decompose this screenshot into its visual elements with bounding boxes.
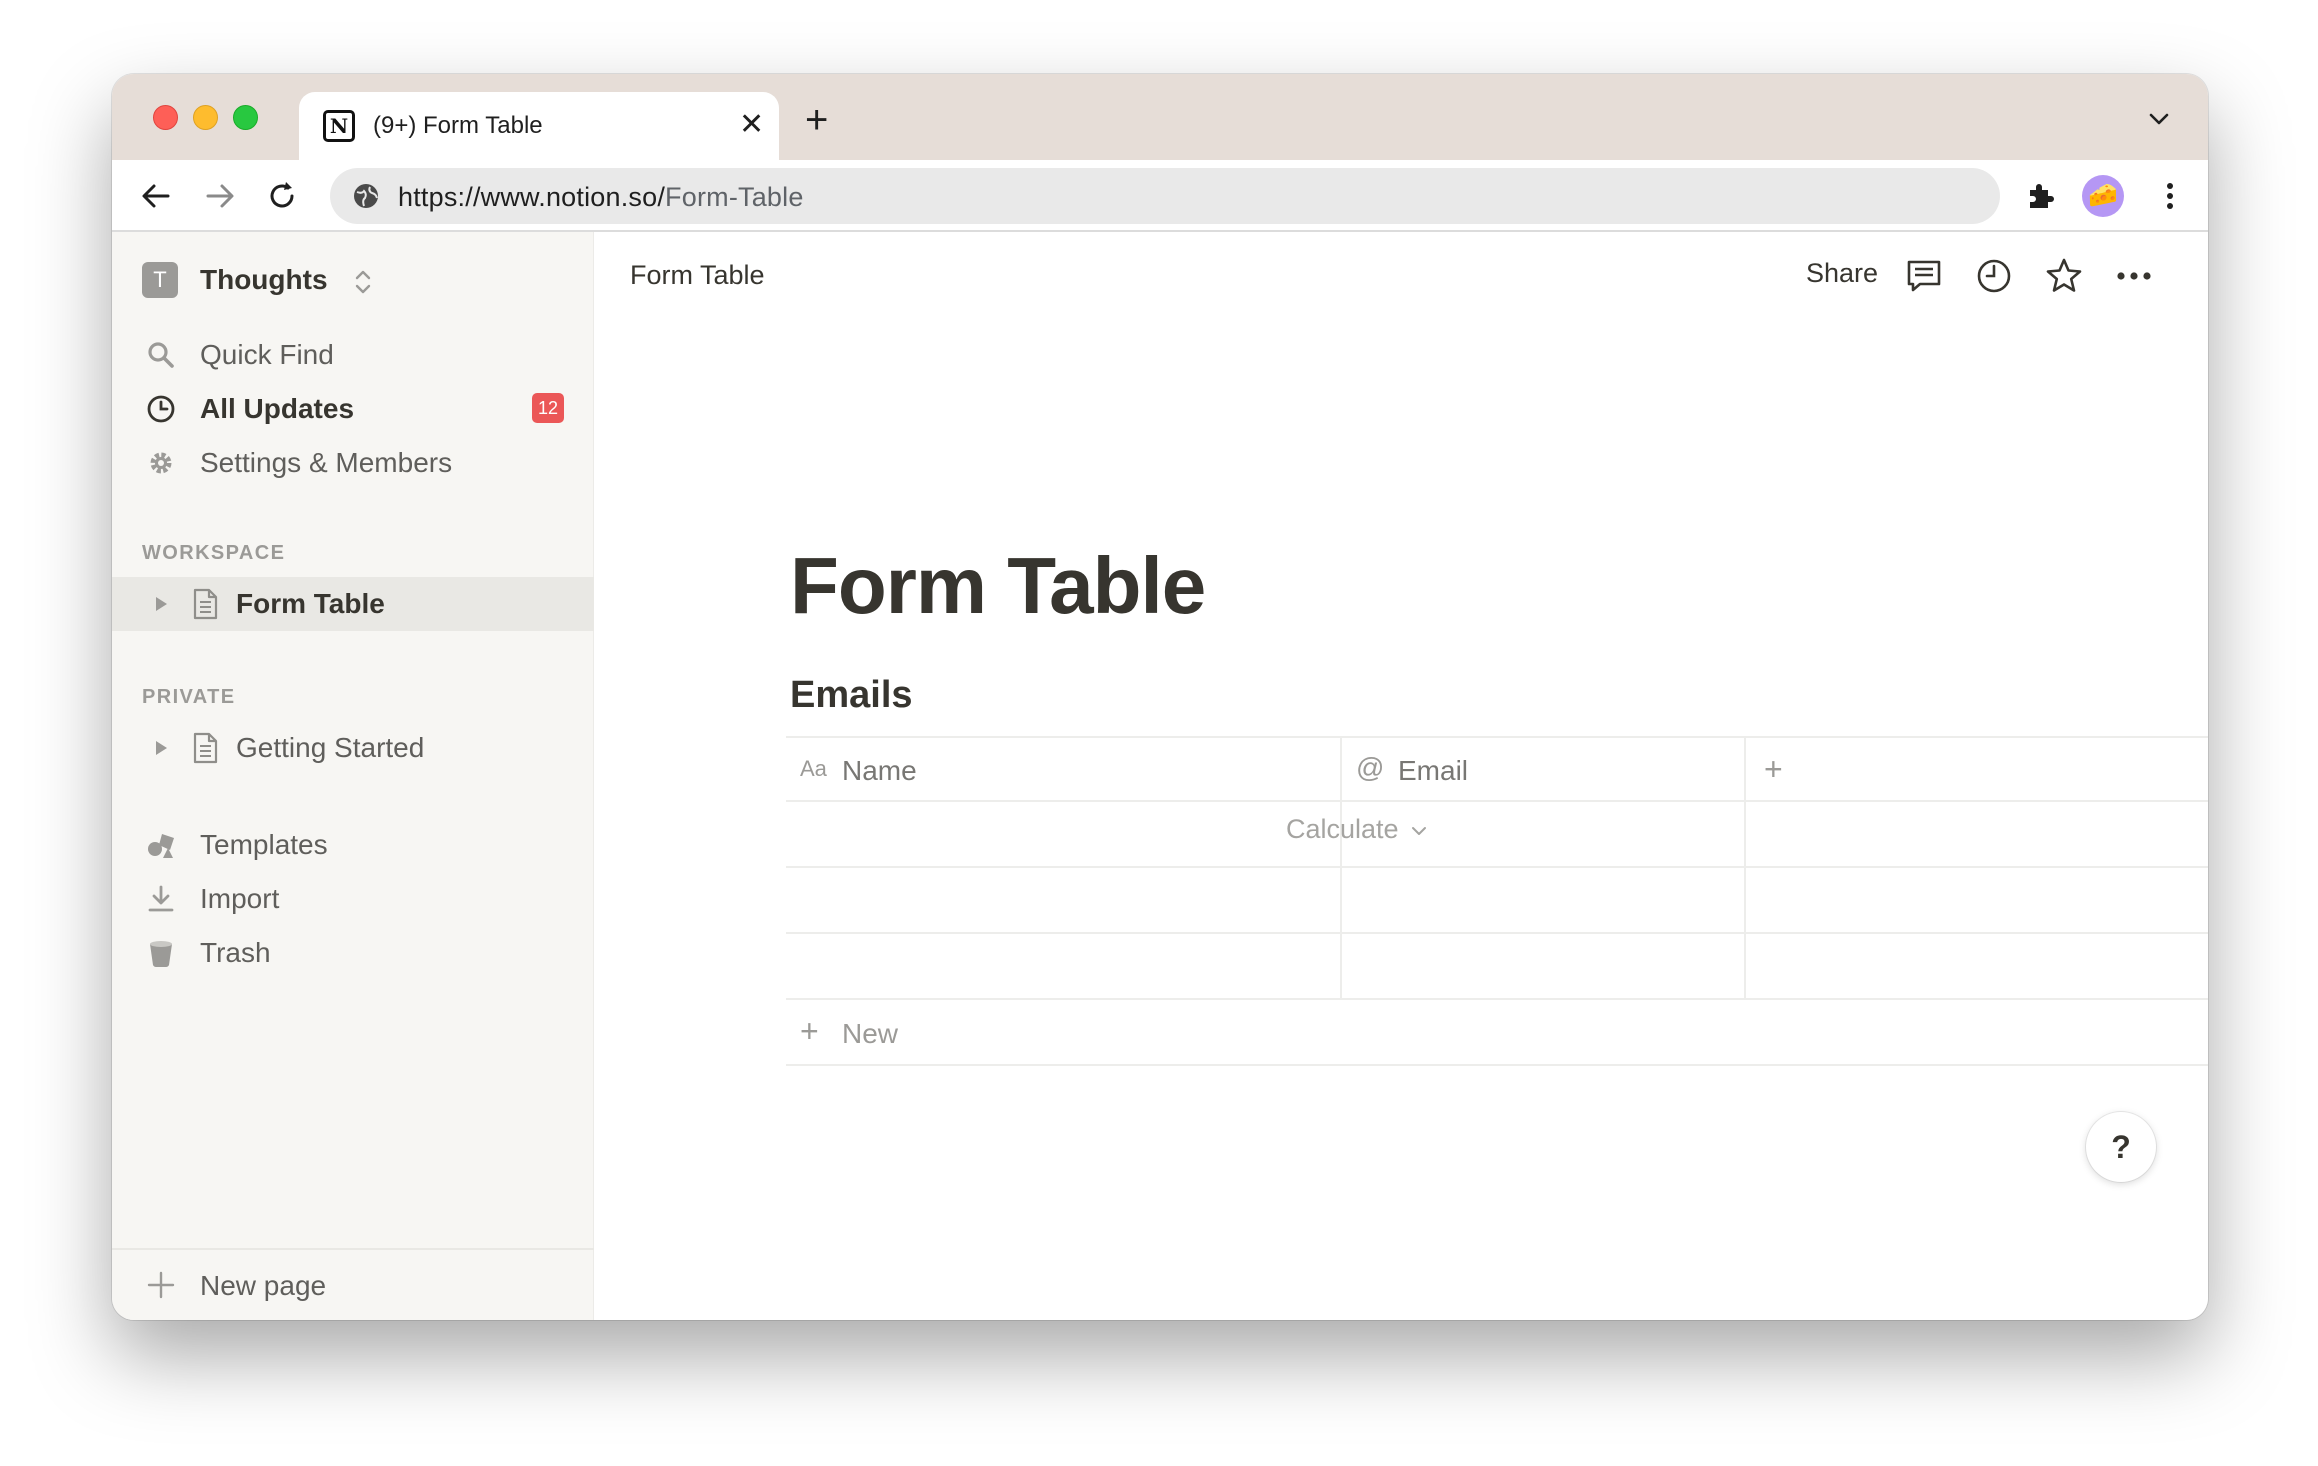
column-label: Name <box>842 755 917 786</box>
forward-arrow-icon[interactable] <box>202 178 238 214</box>
plus-icon: + <box>1764 751 1783 787</box>
address-bar[interactable]: https://www.notion.so/Form-Table <box>330 168 2000 224</box>
section-heading-private: PRIVATE <box>142 686 236 708</box>
templates-shapes-icon <box>148 834 174 858</box>
expand-caret-icon[interactable] <box>152 594 170 614</box>
star-icon[interactable] <box>2044 256 2084 296</box>
browser-window: N (9+) Form Table ✕ + https://www.notion… <box>112 74 2208 1320</box>
tab-close-icon[interactable]: ✕ <box>739 108 764 142</box>
comment-icon[interactable] <box>1904 256 1944 296</box>
section-heading-workspace: WORKSPACE <box>142 542 286 564</box>
back-arrow-icon[interactable] <box>138 178 174 214</box>
sidebar-item-settings[interactable]: Settings & Members <box>112 436 594 488</box>
clock-icon <box>147 395 175 423</box>
database-table: Aa Name @ Email + + New <box>786 736 2208 1066</box>
plus-icon <box>147 1271 175 1299</box>
notion-app: T Thoughts Quick Find All Updates 12 Set… <box>112 232 2208 1320</box>
empty-cell <box>1746 934 2208 998</box>
sidebar-page-getting-started[interactable]: Getting Started <box>112 721 594 775</box>
calculate-dropdown[interactable]: Calculate <box>1286 814 1428 845</box>
sidebar-item-trash[interactable]: Trash <box>112 926 594 978</box>
sidebar-item-quick-find[interactable]: Quick Find <box>112 328 594 380</box>
table-row[interactable] <box>786 868 2208 934</box>
extensions-puzzle-icon[interactable] <box>2022 178 2058 214</box>
site-info-icon[interactable] <box>352 182 380 210</box>
tab-search-chevron-icon[interactable] <box>2148 108 2170 130</box>
column-header-email[interactable]: @ Email <box>1342 738 1746 800</box>
sidebar-item-label: Settings & Members <box>200 447 453 478</box>
table-row[interactable] <box>786 802 2208 868</box>
name-cell[interactable] <box>786 868 1342 932</box>
add-property-button[interactable]: + <box>1746 738 2208 800</box>
empty-cell <box>1746 802 2208 866</box>
table-header-row: Aa Name @ Email + <box>786 736 2208 802</box>
url-text[interactable]: https://www.notion.so/Form-Table <box>398 182 804 213</box>
page-title[interactable]: Form Table <box>790 540 1206 632</box>
database-title[interactable]: Emails <box>790 674 913 717</box>
history-clock-icon[interactable] <box>1974 256 2014 296</box>
download-icon <box>148 885 174 912</box>
name-cell[interactable] <box>786 934 1342 998</box>
sidebar-page-form-table[interactable]: Form Table <box>112 577 594 631</box>
chevron-updown-icon <box>355 270 371 294</box>
close-window-button[interactable] <box>153 105 178 130</box>
sidebar-item-label: Trash <box>200 937 271 968</box>
workspace-avatar: T <box>142 262 178 298</box>
tab-strip: N (9+) Form Table ✕ + <box>112 74 2208 160</box>
maximize-window-button[interactable] <box>233 105 258 130</box>
more-horizontal-icon[interactable] <box>2114 256 2154 296</box>
workspace-name: Thoughts <box>200 264 328 295</box>
email-cell[interactable] <box>1342 934 1746 998</box>
page-document-icon <box>193 732 218 764</box>
sidebar-item-label: Quick Find <box>200 339 334 370</box>
sidebar-page-label: Getting Started <box>236 732 425 763</box>
breadcrumb[interactable]: Form Table <box>630 260 765 291</box>
new-row-button[interactable]: + New <box>786 1000 2208 1066</box>
minimize-window-button[interactable] <box>193 105 218 130</box>
sidebar-item-templates[interactable]: Templates <box>112 818 594 870</box>
updates-count-badge: 12 <box>532 393 564 423</box>
empty-cell <box>1746 868 2208 932</box>
search-icon <box>148 342 174 368</box>
chevron-down-icon <box>1412 826 1427 835</box>
sidebar-item-label: All Updates <box>200 393 355 424</box>
browser-menu-icon[interactable] <box>2152 178 2188 214</box>
tab-title: (9+) Form Table <box>373 112 543 139</box>
page-content: Form Table Share Form Table Emails Aa Na… <box>594 232 2208 1320</box>
share-button[interactable]: Share <box>1806 258 1878 289</box>
expand-caret-icon[interactable] <box>152 738 170 758</box>
sidebar: T Thoughts Quick Find All Updates 12 Set… <box>112 232 594 1320</box>
sidebar-item-label: Import <box>200 883 280 914</box>
text-property-icon: Aa <box>800 756 827 781</box>
plus-icon: + <box>800 1013 819 1049</box>
browser-toolbar: https://www.notion.so/Form-Table 🧀 <box>112 160 2208 232</box>
profile-avatar[interactable]: 🧀 <box>2082 175 2124 217</box>
help-button[interactable]: ? <box>2086 1112 2156 1182</box>
notion-favicon-icon: N <box>323 110 355 142</box>
page-document-icon <box>193 588 218 620</box>
new-page-button[interactable]: New page <box>112 1248 594 1320</box>
sidebar-page-label: Form Table <box>236 588 385 619</box>
calculate-label: Calculate <box>1286 814 1399 844</box>
browser-tab-active[interactable]: N (9+) Form Table ✕ <box>299 92 779 160</box>
email-property-icon: @ <box>1356 752 1385 783</box>
name-cell[interactable] <box>786 802 1342 866</box>
sidebar-item-label: Templates <box>200 829 328 860</box>
page-actions: Share <box>1788 232 2208 312</box>
email-cell[interactable] <box>1342 868 1746 932</box>
trash-icon <box>150 941 172 967</box>
column-label: Email <box>1398 755 1469 786</box>
column-header-name[interactable]: Aa Name <box>786 738 1342 800</box>
gear-icon <box>150 452 172 474</box>
new-tab-button[interactable]: + <box>805 100 828 140</box>
sidebar-item-import[interactable]: Import <box>112 872 594 924</box>
new-row-label: New <box>842 1018 899 1049</box>
reload-icon[interactable] <box>264 178 300 214</box>
sidebar-item-all-updates[interactable]: All Updates 12 <box>112 382 594 434</box>
table-row[interactable] <box>786 934 2208 1000</box>
new-page-label: New page <box>200 1270 327 1301</box>
